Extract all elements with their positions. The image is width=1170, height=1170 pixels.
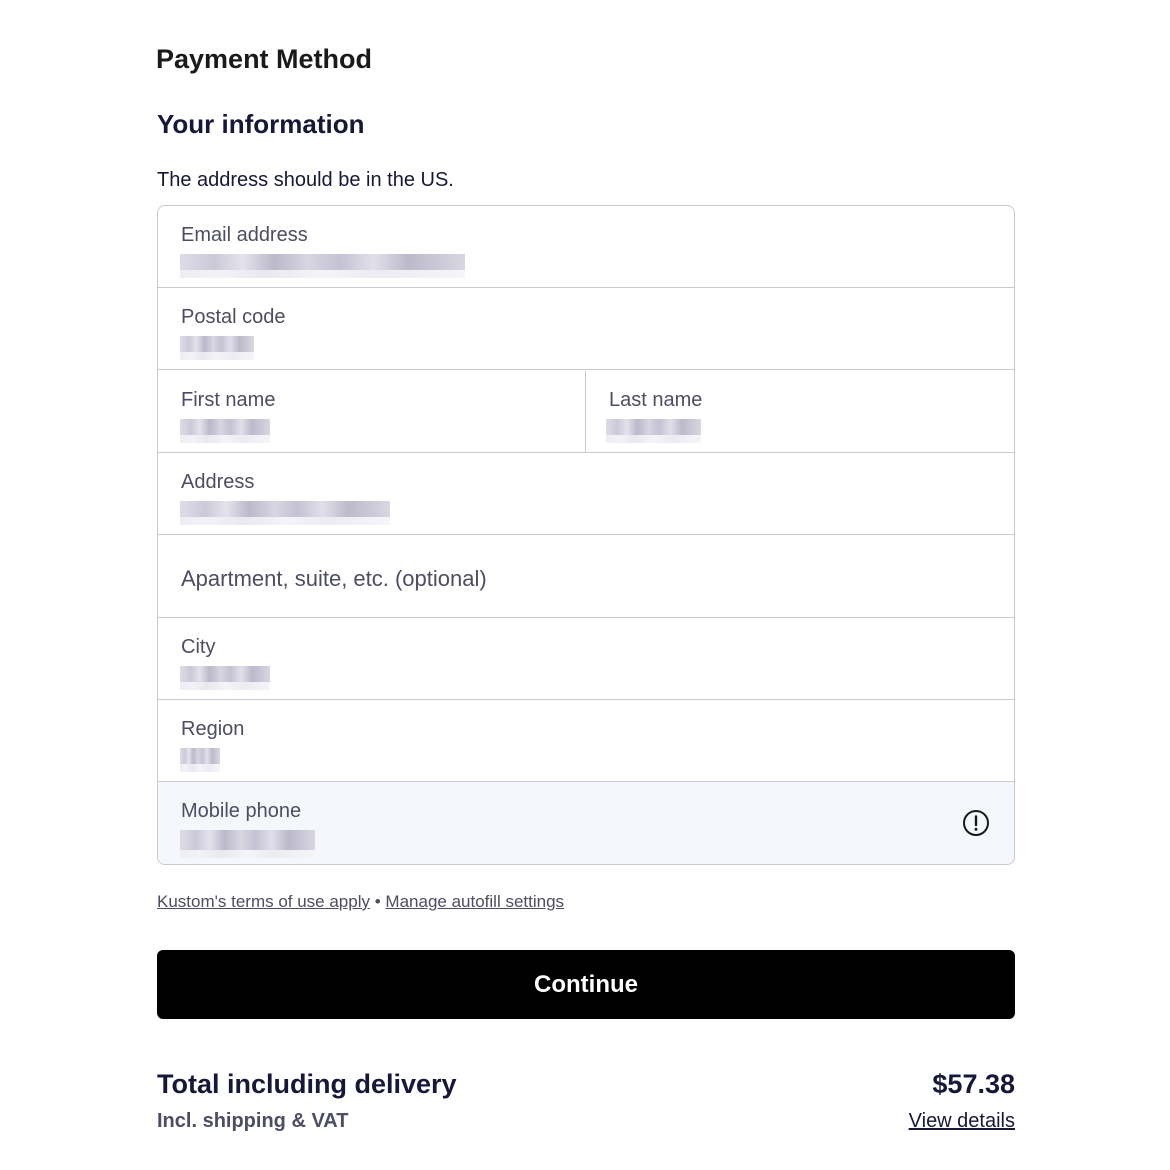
mobile-phone-label: Mobile phone xyxy=(181,800,302,822)
mobile-phone-field[interactable]: Mobile phone xyxy=(158,782,1014,864)
total-label: Total including delivery xyxy=(157,1069,457,1099)
last-name-value-redacted xyxy=(606,419,701,443)
total-subtitle: Incl. shipping & VAT xyxy=(157,1110,349,1132)
alert-circle-icon xyxy=(963,810,989,836)
autofill-settings-link[interactable]: Manage autofill settings xyxy=(385,892,564,911)
view-details-link[interactable]: View details xyxy=(909,1110,1015,1133)
postal-code-value-redacted xyxy=(180,336,254,360)
continue-button[interactable]: Continue xyxy=(157,950,1015,1019)
first-name-value-redacted xyxy=(180,419,270,443)
region-label: Region xyxy=(181,718,245,740)
city-label: City xyxy=(181,636,216,658)
email-label: Email address xyxy=(181,224,308,246)
mobile-phone-value-redacted xyxy=(180,830,315,858)
last-name-field[interactable]: Last name xyxy=(586,371,1014,453)
terms-link[interactable]: Kustom's terms of use apply xyxy=(157,892,370,911)
address-value-redacted xyxy=(180,501,390,525)
address-hint: The address should be in the US. xyxy=(157,169,454,191)
email-value-redacted xyxy=(180,254,465,278)
region-field[interactable]: Region xyxy=(158,700,1014,782)
apartment-field[interactable]: Apartment, suite, etc. (optional) xyxy=(158,536,1014,618)
postal-code-label: Postal code xyxy=(181,306,286,328)
page-title: Payment Method xyxy=(156,44,373,74)
region-value-redacted xyxy=(180,748,220,772)
postal-code-field[interactable]: Postal code xyxy=(158,288,1014,370)
city-value-redacted xyxy=(180,666,270,690)
legal-links: Kustom's terms of use apply • Manage aut… xyxy=(157,892,564,912)
first-name-label: First name xyxy=(181,389,276,411)
last-name-label: Last name xyxy=(609,389,703,411)
link-separator: • xyxy=(374,892,381,911)
address-field[interactable]: Address xyxy=(158,453,1014,535)
first-name-field[interactable]: First name xyxy=(158,371,586,453)
total-amount: $57.38 xyxy=(932,1069,1015,1099)
section-title: Your information xyxy=(157,109,365,139)
city-field[interactable]: City xyxy=(158,618,1014,700)
address-label: Address xyxy=(181,471,255,493)
email-field[interactable]: Email address xyxy=(158,206,1014,288)
information-form: Email address Postal code First name Las… xyxy=(157,205,1015,865)
apartment-placeholder: Apartment, suite, etc. (optional) xyxy=(181,566,487,591)
